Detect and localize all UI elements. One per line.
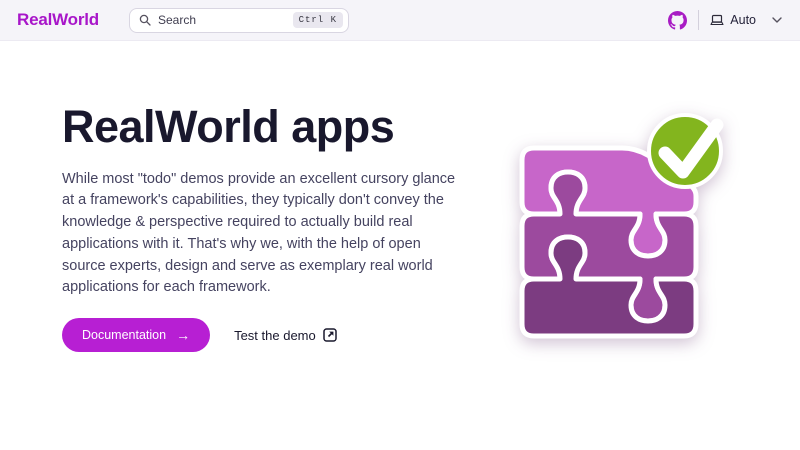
page-title: RealWorld apps	[62, 102, 474, 152]
github-icon	[668, 11, 687, 30]
search-input[interactable]: Search Ctrl K	[129, 8, 349, 33]
checkmark-badge	[649, 115, 721, 187]
documentation-button-label: Documentation	[82, 328, 166, 342]
documentation-button[interactable]: Documentation →	[62, 318, 210, 352]
hero-description: While most "todo" demos provide an excel…	[62, 169, 468, 300]
search-shortcut-badge: Ctrl K	[293, 12, 343, 28]
header-divider	[698, 10, 699, 30]
puzzle-logo-illustration	[518, 96, 750, 348]
search-placeholder: Search	[158, 13, 286, 27]
search-icon	[139, 14, 151, 26]
chevron-down-icon	[772, 17, 782, 23]
theme-selector-label: Auto	[730, 13, 756, 27]
hero-actions: Documentation → Test the demo	[62, 318, 474, 352]
test-demo-link[interactable]: Test the demo	[234, 328, 337, 343]
hero-section: RealWorld apps While most "todo" demos p…	[0, 41, 800, 450]
github-link[interactable]	[668, 11, 687, 30]
laptop-icon	[710, 14, 724, 26]
site-logo[interactable]: RealWorld	[17, 10, 99, 30]
test-demo-label: Test the demo	[234, 328, 316, 343]
puzzle-pieces-graphic	[518, 96, 750, 348]
arrow-right-icon: →	[176, 328, 190, 342]
theme-selector[interactable]: Auto	[710, 13, 782, 27]
external-link-icon	[323, 328, 337, 342]
header-actions: Auto	[668, 10, 782, 30]
site-header: RealWorld Search Ctrl K Auto	[0, 0, 800, 41]
